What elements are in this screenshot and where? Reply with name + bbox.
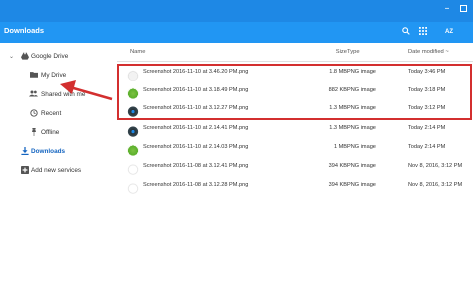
files-app-window: – Downloads AZ ⌄ Google Drive My Drive S…: [0, 0, 473, 294]
annotation-arrow: [60, 80, 113, 101]
